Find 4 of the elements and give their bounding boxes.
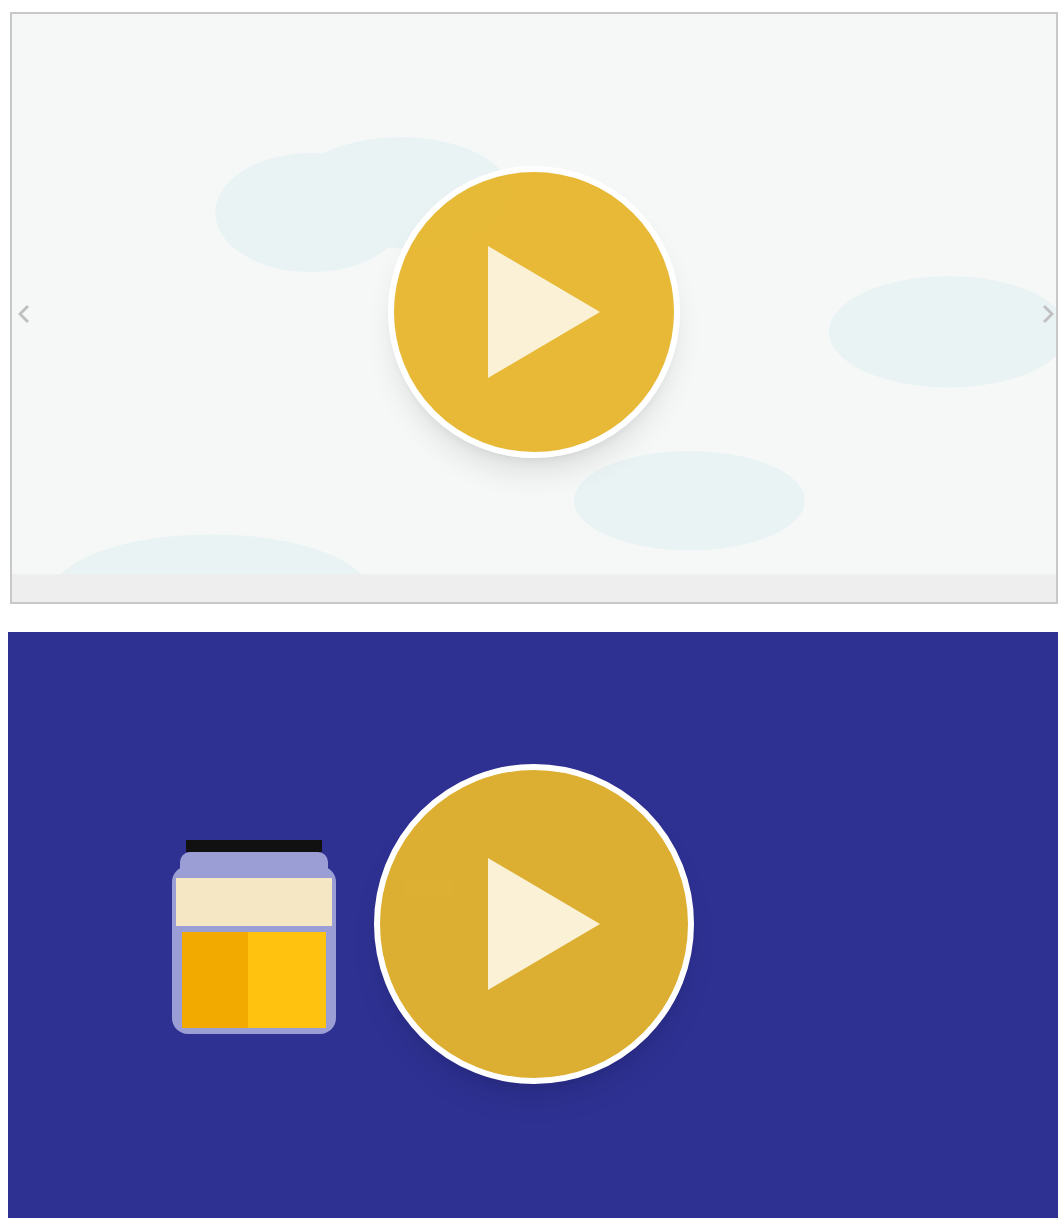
chevron-left-icon[interactable] <box>18 304 30 324</box>
chevron-right-icon[interactable] <box>1042 304 1054 324</box>
play-icon <box>487 858 599 990</box>
play-icon <box>488 246 600 378</box>
